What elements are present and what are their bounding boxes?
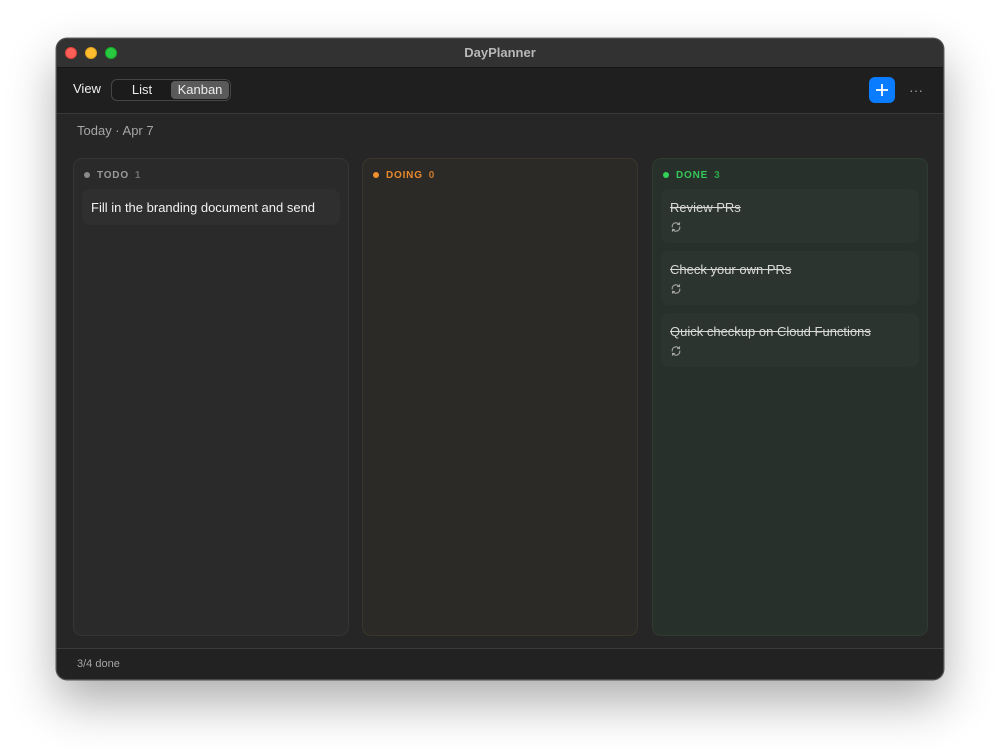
view-option-kanban[interactable]: Kanban <box>171 81 229 99</box>
task-card[interactable]: Fill in the branding document and send <box>82 189 340 225</box>
ellipsis-icon: ··· <box>909 82 923 98</box>
completion-status: 3/4 done <box>77 658 120 670</box>
status-bar: 3/4 done <box>57 648 943 679</box>
done-status-dot <box>663 172 669 178</box>
toolbar: View List Kanban ··· <box>57 68 943 114</box>
column-header-doing: DOING 0 <box>373 169 435 181</box>
task-title: Check your own PRs <box>670 262 792 277</box>
repeat-icon <box>671 346 681 356</box>
repeat-icon <box>671 284 681 294</box>
task-title: Quick checkup on Cloud Functions <box>670 324 871 339</box>
date-header: Today · Apr 7 <box>77 123 154 138</box>
column-header-done: DONE 3 <box>663 169 720 181</box>
todo-status-dot <box>84 172 90 178</box>
task-title: Fill in the branding document and send <box>91 200 316 215</box>
task-card-done[interactable]: Check your own PRs <box>661 251 919 305</box>
view-label: View <box>73 81 101 96</box>
column-todo: TODO 1 Fill in the branding document and… <box>73 158 349 636</box>
more-options-button[interactable]: ··· <box>905 77 927 103</box>
column-title-doing: DOING <box>386 169 423 181</box>
column-count-done: 3 <box>714 169 721 181</box>
column-title-done: DONE <box>676 169 709 181</box>
view-segmented-control: List Kanban <box>111 79 231 101</box>
doing-status-dot <box>373 172 379 178</box>
column-title-todo: TODO <box>97 169 129 181</box>
app-window: DayPlanner View List Kanban ··· Today · … <box>56 38 944 680</box>
task-title: Review PRs <box>670 200 741 215</box>
add-task-button[interactable] <box>869 77 895 103</box>
task-card-done[interactable]: Quick checkup on Cloud Functions <box>661 313 919 367</box>
column-doing: DOING 0 <box>362 158 638 636</box>
column-header-todo: TODO 1 <box>84 169 141 181</box>
title-bar: DayPlanner <box>57 39 943 68</box>
column-count-doing: 0 <box>428 169 436 181</box>
column-done: DONE 3 Review PRs Check your own PRs Qui… <box>652 158 928 636</box>
repeat-icon <box>671 222 681 232</box>
view-option-list[interactable]: List <box>113 81 171 99</box>
task-card-done[interactable]: Review PRs <box>661 189 919 243</box>
column-count-todo: 1 <box>134 169 142 181</box>
window-title: DayPlanner <box>464 45 536 60</box>
plus-icon <box>876 84 888 96</box>
